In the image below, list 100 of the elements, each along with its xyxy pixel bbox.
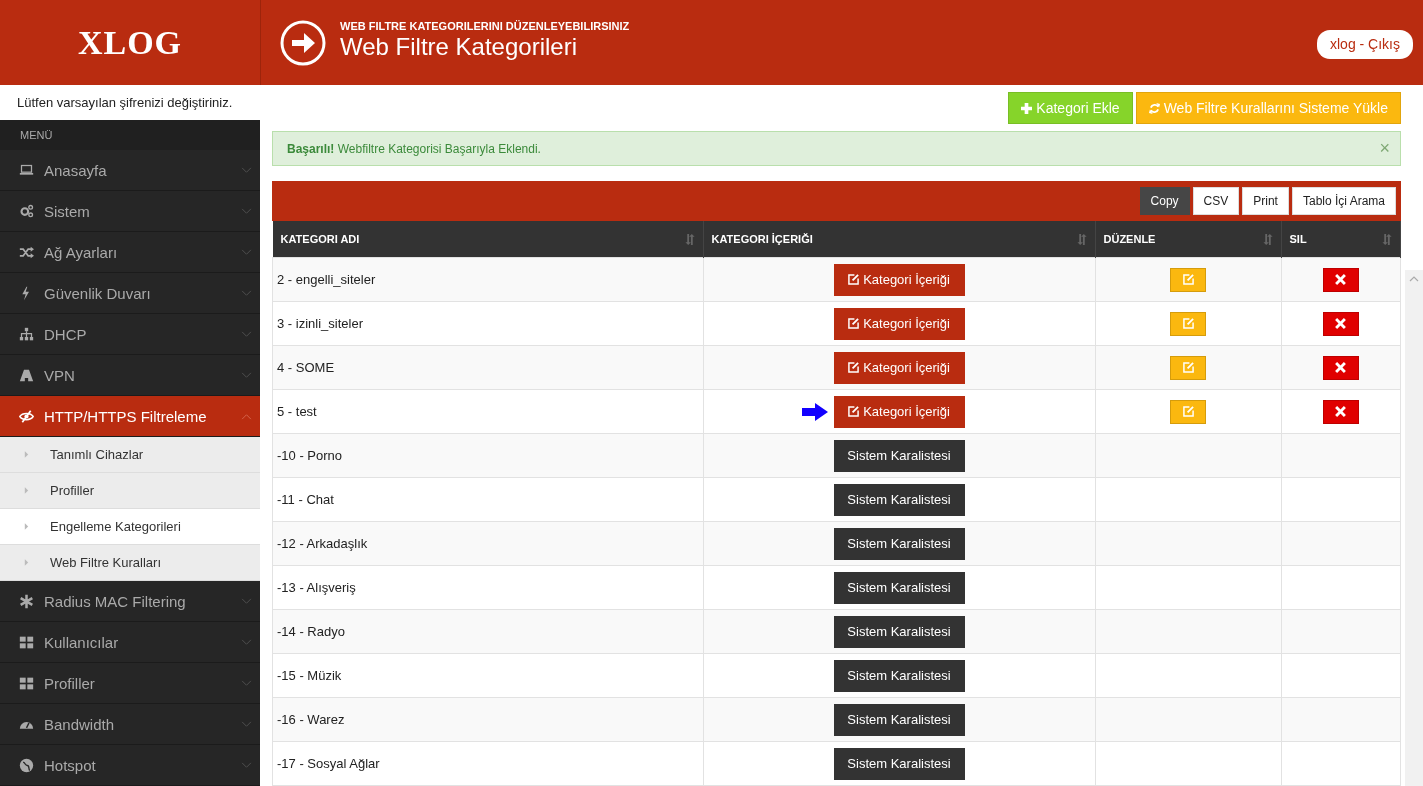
edit-button[interactable]: [1170, 311, 1206, 336]
edit-icon: [848, 274, 860, 285]
menu-item[interactable]: Ağ Ayarları: [0, 232, 260, 273]
edit-icon: [1182, 318, 1194, 329]
grid-icon: [19, 675, 34, 691]
laptop-icon: [19, 162, 34, 178]
asterisk-icon: [19, 593, 34, 609]
system-blacklist-button[interactable]: Sistem Karalistesi: [833, 659, 965, 692]
close-icon: [1335, 406, 1347, 417]
sort-icon: [1262, 233, 1273, 245]
caret-icon: [24, 450, 29, 459]
table-tool-button[interactable]: Print: [1242, 187, 1289, 215]
delete-button[interactable]: [1322, 267, 1359, 292]
table-cell: -11 - Chat: [272, 477, 703, 522]
system-blacklist-button[interactable]: Sistem Karalistesi: [833, 615, 965, 648]
menu-item[interactable]: Anasayfa: [0, 150, 260, 191]
edit-button[interactable]: [1170, 355, 1206, 380]
logo: XLOG: [77, 23, 183, 62]
edit-icon: [1182, 406, 1194, 417]
close-icon: [1335, 274, 1347, 285]
submenu-item[interactable]: Tanımlı Cihazlar: [0, 437, 260, 473]
menu-item[interactable]: Bandwidth: [0, 704, 260, 745]
refresh-icon: [1148, 102, 1160, 114]
arrow-circle-icon: [280, 19, 326, 66]
column-header[interactable]: KATEGORI ADI: [280, 233, 360, 245]
chevron-icon: [241, 248, 252, 256]
chevron-icon: [241, 597, 252, 605]
table-cell: 3 - izinli_siteler: [272, 301, 703, 346]
chevron-icon: [241, 412, 252, 420]
password-notice: Lütfen varsayılan şifrenizi değiştiriniz.: [0, 85, 260, 120]
edit-icon: [848, 362, 860, 373]
table-cell: 2 - engelli_siteler: [272, 257, 703, 302]
menu-item[interactable]: DHCP: [0, 314, 260, 355]
system-blacklist-button[interactable]: Sistem Karalistesi: [833, 527, 965, 560]
close-icon: [1335, 362, 1347, 373]
table-tool-button[interactable]: CSV: [1192, 187, 1240, 215]
menu-item[interactable]: HTTP/HTTPS Filtreleme: [0, 396, 260, 437]
sort-icon: [684, 233, 695, 245]
sort-icon: [1382, 233, 1392, 245]
table-tool-button[interactable]: Tablo İçi Arama: [1291, 187, 1396, 215]
column-header[interactable]: SIL: [1289, 233, 1307, 245]
column-header[interactable]: DÜZENLE: [1103, 233, 1156, 245]
submenu-item[interactable]: Engelleme Kategorileri: [0, 509, 260, 545]
submenu-item[interactable]: Profiller: [0, 473, 260, 509]
menu-item[interactable]: Hotspot: [0, 745, 260, 786]
edit-icon: [1182, 274, 1194, 285]
table-cell: -17 - Sosyal Ağlar: [272, 741, 703, 786]
table-cell: -15 - Müzik: [272, 653, 703, 698]
menu-item[interactable]: Sistem: [0, 191, 260, 232]
menu-item[interactable]: Radius MAC Filtering: [0, 581, 260, 622]
category-content-button[interactable]: Kategori İçeriği: [833, 395, 965, 428]
chevron-icon: [241, 638, 252, 646]
chevron-icon: [241, 371, 252, 379]
category-content-button[interactable]: Kategori İçeriği: [833, 307, 965, 340]
grid-icon: [19, 634, 34, 650]
close-icon: [1335, 318, 1347, 329]
category-content-button[interactable]: Kategori İçeriği: [833, 351, 965, 384]
chevron-icon: [241, 207, 252, 215]
table-tool-button[interactable]: Copy: [1139, 187, 1190, 215]
column-header[interactable]: KATEGORI İÇERIĞI: [711, 233, 813, 245]
edit-button[interactable]: [1170, 399, 1206, 424]
table-cell: -13 - Alışveriş: [272, 565, 703, 610]
caret-icon: [24, 558, 29, 567]
edit-icon: [848, 318, 860, 329]
scrollbar[interactable]: [1405, 270, 1423, 786]
menu-item[interactable]: Profiller: [0, 663, 260, 704]
alert-message: Başarılı! Webfiltre Kategorisi Başarıyla Eklendi.: [287, 141, 542, 156]
table-cell: -14 - Radyo: [272, 609, 703, 654]
menu-item[interactable]: Güvenlik Duvarı: [0, 273, 260, 314]
edit-icon: [1182, 362, 1194, 373]
page-title: Web Filtre Kategorileri: [340, 33, 578, 61]
delete-button[interactable]: [1322, 355, 1359, 380]
table-cell: -12 - Arkadaşlık: [272, 521, 703, 566]
delete-button[interactable]: [1322, 399, 1359, 424]
delete-button[interactable]: [1322, 311, 1359, 336]
scroll-up-icon[interactable]: [1409, 276, 1419, 282]
eye-slash-icon: [19, 408, 34, 424]
caret-icon: [24, 486, 29, 495]
logout-button[interactable]: xlog - Çıkış: [1317, 29, 1413, 59]
edit-button[interactable]: [1170, 267, 1206, 292]
table-cell: -16 - Warez: [272, 697, 703, 742]
system-blacklist-button[interactable]: Sistem Karalistesi: [833, 747, 965, 780]
shuffle-icon: [19, 244, 34, 260]
table-cell: 4 - SOME: [272, 345, 703, 390]
road-icon: [19, 367, 34, 383]
system-blacklist-button[interactable]: Sistem Karalistesi: [833, 439, 965, 472]
edit-icon: [848, 406, 860, 417]
chevron-icon: [241, 720, 252, 728]
submenu-item[interactable]: Web Filtre Kuralları: [0, 545, 260, 581]
system-blacklist-button[interactable]: Sistem Karalistesi: [833, 703, 965, 736]
category-content-button[interactable]: Kategori İçeriği: [833, 263, 965, 296]
sitemap-icon: [19, 326, 34, 342]
system-blacklist-button[interactable]: Sistem Karalistesi: [833, 571, 965, 604]
plus-icon: [1021, 102, 1033, 114]
menu-item[interactable]: Kullanıcılar: [0, 622, 260, 663]
chevron-icon: [241, 289, 252, 297]
chevron-icon: [241, 166, 252, 174]
system-blacklist-button[interactable]: Sistem Karalistesi: [833, 483, 965, 516]
table-cell: -10 - Porno: [272, 433, 703, 478]
sort-icon: [1076, 233, 1087, 245]
